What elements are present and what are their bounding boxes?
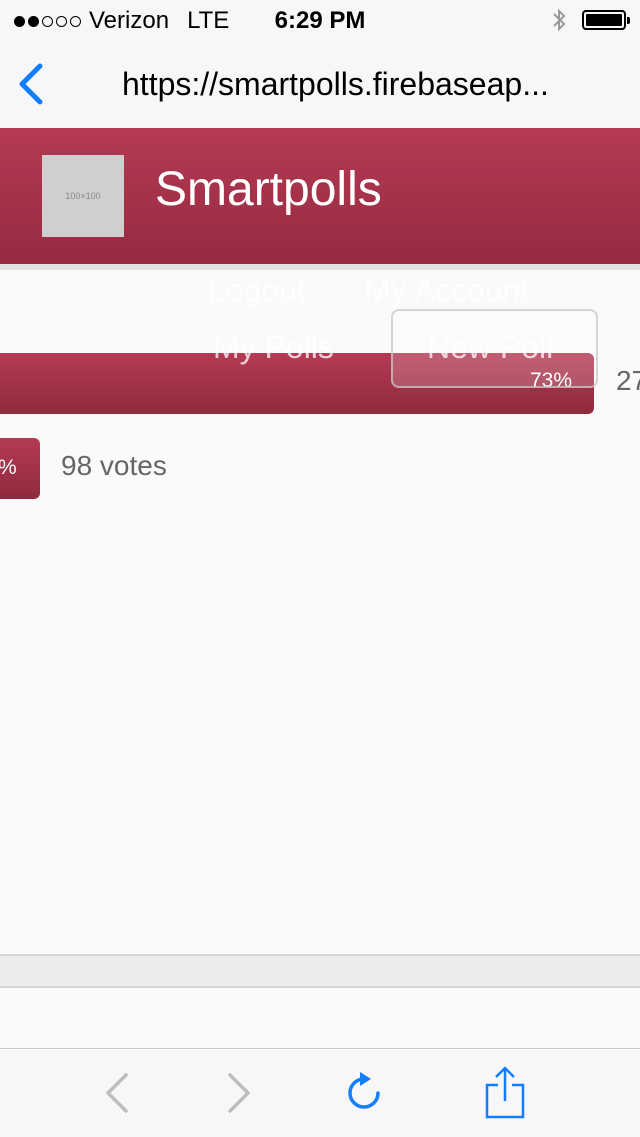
result-bar: % [0, 438, 40, 499]
chevron-right-icon[interactable] [216, 1071, 260, 1115]
result-votes: 98 votes [61, 450, 167, 481]
new-poll-label[interactable]: New Poll [427, 329, 553, 366]
my-account-link[interactable]: My Account [364, 272, 529, 309]
share-icon[interactable] [481, 1065, 529, 1121]
battery-icon [582, 10, 630, 30]
footer-band [0, 954, 640, 988]
status-time: 6:29 PM [274, 7, 366, 34]
chevron-left-icon[interactable] [14, 60, 48, 108]
result-votes: 27 [616, 365, 640, 396]
page-bottom [0, 988, 640, 1048]
status-bar: Verizon LTE 6:29 PM [0, 0, 640, 40]
bluetooth-icon [553, 8, 566, 32]
result-percent: % [0, 456, 17, 480]
browser-address-bar: https://smartpolls.firebaseap... [0, 40, 640, 129]
site-title[interactable]: Smartpolls [155, 162, 382, 217]
url-field[interactable]: https://smartpolls.firebaseap... [122, 66, 622, 103]
my-polls-link[interactable]: My Polls [213, 329, 334, 366]
reload-icon[interactable] [342, 1071, 386, 1115]
status-indicators [552, 8, 630, 32]
logo-placeholder: 100×100 [42, 155, 124, 237]
logout-link[interactable]: Logout [208, 272, 306, 309]
chevron-left-icon[interactable] [96, 1071, 140, 1115]
site-header: 100×100 Smartpolls [0, 128, 640, 266]
browser-toolbar [0, 1048, 640, 1137]
